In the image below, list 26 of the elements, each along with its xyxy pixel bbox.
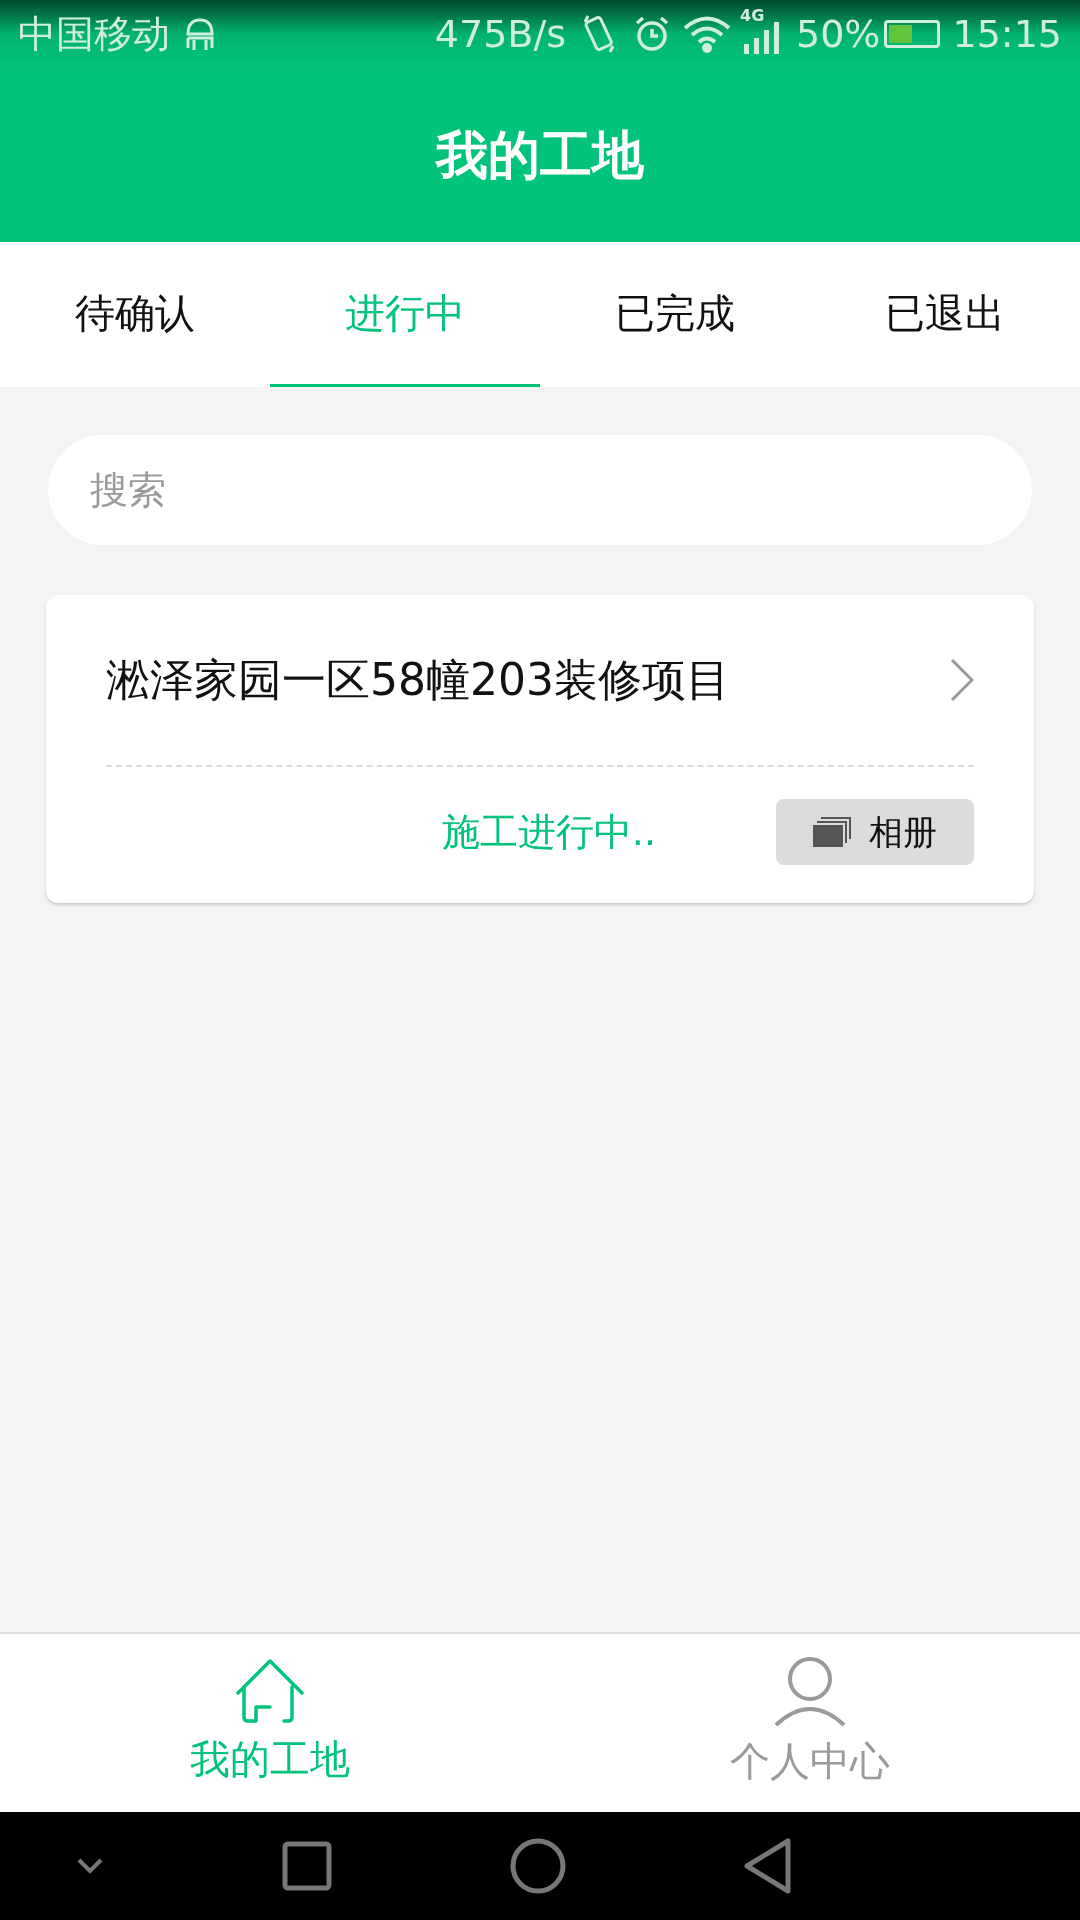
photos-icon bbox=[813, 817, 853, 847]
home-icon bbox=[234, 1657, 306, 1725]
wifi-icon bbox=[682, 15, 732, 53]
search-field[interactable]: 搜索 bbox=[48, 435, 1032, 545]
tab[interactable]: 待确认 bbox=[0, 242, 270, 387]
carrier-name: 中国移动 bbox=[18, 10, 170, 58]
tab[interactable]: 已退出 bbox=[810, 242, 1080, 387]
chevron-down-icon[interactable] bbox=[76, 1857, 104, 1875]
person-icon bbox=[774, 1655, 846, 1727]
network-type: 4G bbox=[740, 8, 765, 24]
project-status: 施工进行中.. bbox=[441, 808, 656, 856]
signal-icon bbox=[744, 22, 780, 54]
network-speed: 475B/s bbox=[434, 10, 566, 58]
clock-time: 15:15 bbox=[952, 10, 1062, 58]
chevron-right-icon bbox=[950, 658, 974, 702]
battery-percent: 50% bbox=[796, 10, 881, 58]
tab[interactable]: 已完成 bbox=[540, 242, 810, 387]
square-icon[interactable] bbox=[282, 1841, 332, 1891]
album-button[interactable]: 相册 bbox=[776, 799, 974, 865]
page-title: 我的工地 bbox=[436, 124, 644, 187]
project-title: 淞泽家园一区58幢203装修项目 bbox=[106, 653, 730, 707]
alarm-icon bbox=[634, 15, 670, 53]
circle-icon[interactable] bbox=[510, 1838, 566, 1894]
project-card[interactable]: 淞泽家园一区58幢203装修项目 施工进行中.. 相册 bbox=[46, 595, 1034, 903]
back-triangle-icon[interactable] bbox=[744, 1838, 792, 1894]
battery-icon bbox=[884, 20, 941, 48]
